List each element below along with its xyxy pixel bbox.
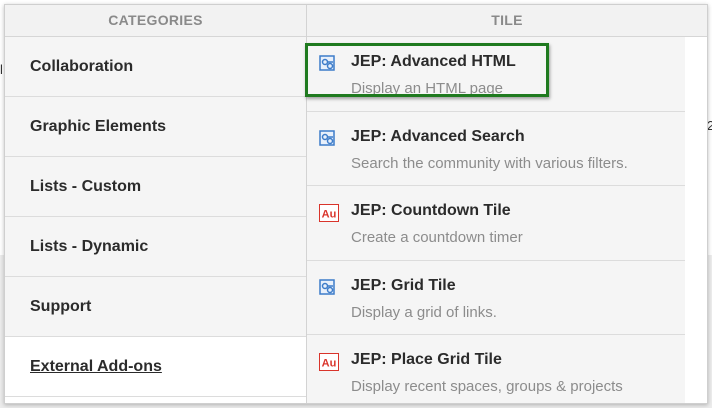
category-external-add-ons[interactable]: External Add-ons <box>5 337 306 397</box>
tile-description: Display a grid of links. <box>351 303 497 321</box>
tile-item-place-grid[interactable]: Au JEP: Place Grid Tile Display recent s… <box>307 335 685 403</box>
tile-title: JEP: Countdown Tile <box>351 202 511 219</box>
svg-text:Au: Au <box>322 358 337 370</box>
tile-title: JEP: Advanced Search <box>351 127 525 145</box>
tile-header: TILE <box>307 5 707 37</box>
addon-au-icon: Au <box>319 204 339 222</box>
svg-text:Au: Au <box>322 209 337 221</box>
tile-description: Search the community with various filter… <box>351 154 628 172</box>
category-collaboration[interactable]: Collaboration <box>5 37 306 97</box>
category-lists-dynamic[interactable]: Lists - Dynamic <box>5 217 306 277</box>
category-support[interactable]: Support <box>5 277 306 337</box>
categories-column: CATEGORIES Collaboration Graphic Element… <box>5 5 307 403</box>
selected-tile-highlight <box>305 43 549 97</box>
html-tile-icon <box>319 278 337 297</box>
tile-title: JEP: Place Grid Tile <box>351 351 502 368</box>
html-tile-icon <box>319 129 337 148</box>
categories-header: CATEGORIES <box>5 5 306 37</box>
background-text-left: l <box>0 62 3 77</box>
tile-item-grid-tile[interactable]: JEP: Grid Tile Display a grid of links. <box>307 260 685 335</box>
tile-item-advanced-search[interactable]: JEP: Advanced Search Search the communit… <box>307 111 685 186</box>
tile-description: Display recent spaces, groups & projects <box>351 378 623 395</box>
tile-description: Create a countdown timer <box>351 229 523 246</box>
tile-title: JEP: Grid Tile <box>351 276 456 294</box>
category-graphic-elements[interactable]: Graphic Elements <box>5 97 306 157</box>
category-lists-custom[interactable]: Lists - Custom <box>5 157 306 217</box>
addon-au-icon: Au <box>319 353 339 371</box>
tile-item-countdown[interactable]: Au JEP: Countdown Tile Create a countdow… <box>307 186 685 261</box>
